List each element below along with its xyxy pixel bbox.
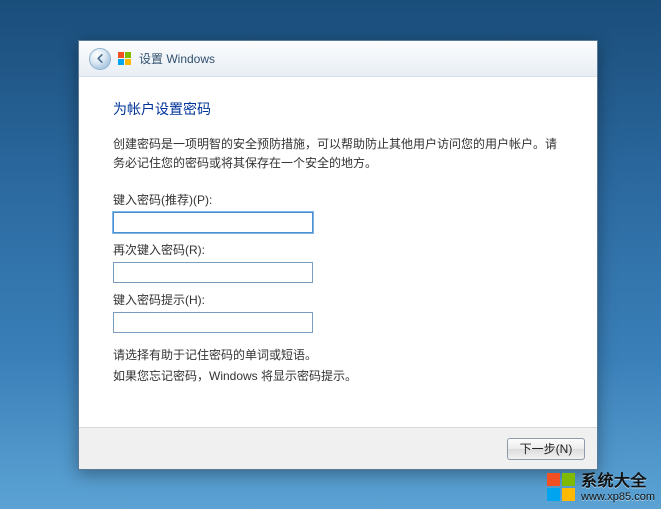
hint-help-text: 请选择有助于记住密码的单词或短语。 如果您忘记密码，Windows 将显示密码提…	[113, 345, 563, 386]
windows-flag-icon	[117, 51, 133, 67]
back-arrow-icon	[95, 53, 106, 64]
watermark-flag-icon	[547, 473, 577, 503]
content-area: 为帐户设置密码 创建密码是一项明智的安全预防措施，可以帮助防止其他用户访问您的用…	[79, 77, 597, 427]
footer-bar: 下一步(N)	[79, 427, 597, 469]
watermark-text: 系统大全 www.xp85.com	[581, 473, 655, 503]
watermark: 系统大全 www.xp85.com	[547, 473, 655, 503]
window-title: 设置 Windows	[139, 50, 215, 67]
watermark-url: www.xp85.com	[581, 491, 655, 503]
hint-input[interactable]	[113, 312, 313, 333]
confirm-password-label: 再次键入密码(R):	[113, 241, 563, 258]
password-label: 键入密码(推荐)(P):	[113, 191, 563, 208]
setup-window: 设置 Windows 为帐户设置密码 创建密码是一项明智的安全预防措施，可以帮助…	[78, 40, 598, 470]
confirm-password-input[interactable]	[113, 262, 313, 283]
watermark-brand: 系统大全	[581, 473, 655, 491]
password-input[interactable]	[113, 212, 313, 233]
hint-label: 键入密码提示(H):	[113, 291, 563, 308]
hint-help-line2: 如果您忘记密码，Windows 将显示密码提示。	[113, 366, 563, 386]
page-heading: 为帐户设置密码	[113, 99, 563, 119]
page-description: 创建密码是一项明智的安全预防措施，可以帮助防止其他用户访问您的用户帐户。请务必记…	[113, 135, 563, 173]
back-button[interactable]	[89, 48, 111, 70]
next-button[interactable]: 下一步(N)	[507, 438, 585, 460]
titlebar: 设置 Windows	[79, 41, 597, 77]
hint-help-line1: 请选择有助于记住密码的单词或短语。	[113, 345, 563, 365]
